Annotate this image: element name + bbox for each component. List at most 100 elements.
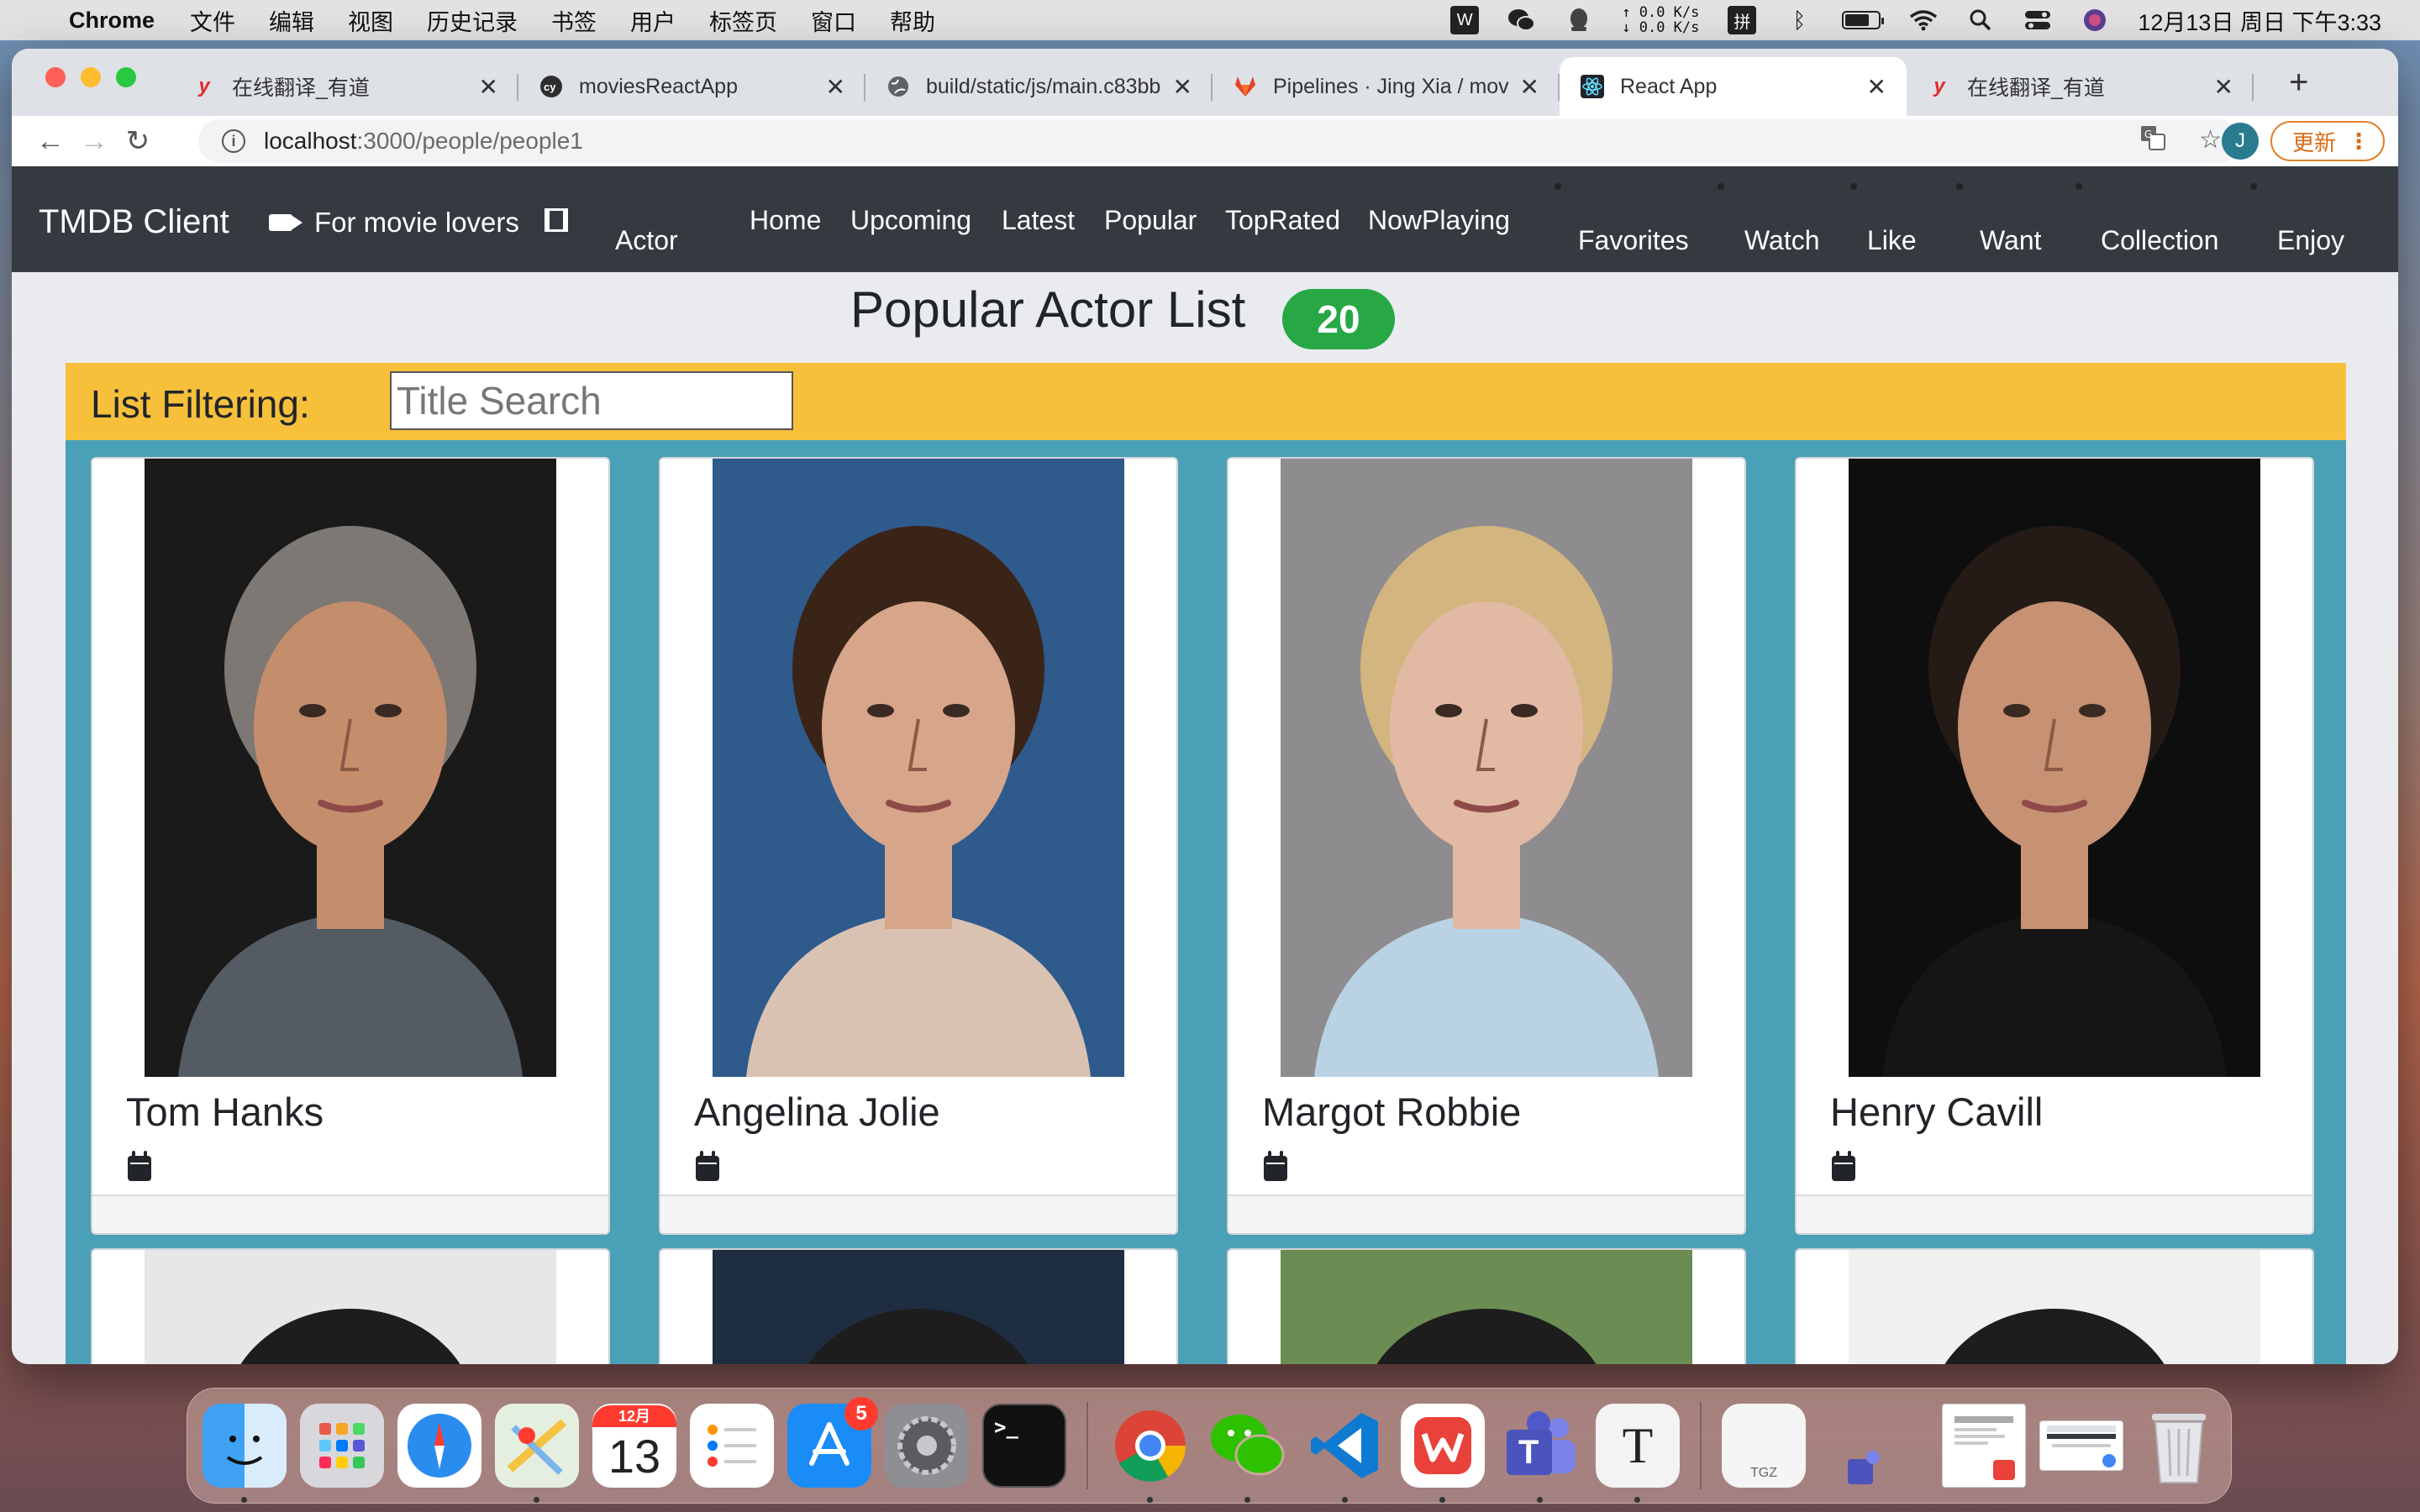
siri-icon[interactable] (2081, 6, 2109, 34)
menu-app-name[interactable]: Chrome (69, 8, 155, 34)
nav-watch[interactable]: Watch (1744, 225, 1820, 256)
browser-tab[interactable]: build/static/js/main.c83bb ✕ (865, 57, 1213, 116)
nav-collection[interactable]: Collection (2101, 225, 2219, 256)
browser-tab[interactable]: cy moviesReactApp ✕ (518, 57, 865, 116)
new-tab-button[interactable]: + (2289, 64, 2308, 102)
close-tab-icon[interactable]: ✕ (2214, 73, 2233, 101)
safari-icon[interactable] (397, 1404, 481, 1488)
zoom-window-button[interactable] (116, 67, 136, 87)
system-preferences-icon[interactable] (885, 1404, 969, 1488)
actor-card[interactable]: Angelina Jolie★24.763 (659, 457, 1178, 1235)
actor-card[interactable] (1227, 1248, 1746, 1364)
nav-popular[interactable]: Popular (1104, 205, 1197, 236)
actor-card[interactable]: Margot Robbie★24.579 (1227, 457, 1746, 1235)
chrome-icon[interactable] (1108, 1404, 1192, 1503)
actor-photo[interactable] (1281, 459, 1692, 1077)
close-tab-icon[interactable]: ✕ (1867, 73, 1886, 101)
menu-tab[interactable]: 标签页 (709, 4, 777, 37)
update-button[interactable]: 更新 ⋮ (2270, 121, 2385, 161)
browser-tab[interactable]: Pipelines · Jing Xia / mov ✕ (1213, 57, 1560, 116)
bluetooth-icon[interactable]: ᛒ (1785, 6, 1813, 34)
wechat-icon[interactable] (1206, 1404, 1290, 1503)
nav-enjoy[interactable]: Enjoy (2277, 225, 2344, 256)
nav-nowplaying[interactable]: NowPlaying (1368, 205, 1510, 236)
actor-card[interactable] (91, 1248, 610, 1364)
vscode-icon[interactable] (1303, 1404, 1387, 1503)
menu-history[interactable]: 历史记录 (427, 4, 518, 37)
actor-card[interactable] (1795, 1248, 2314, 1364)
nav-favorites[interactable]: Favorites (1578, 225, 1689, 256)
wps-office-icon[interactable] (1401, 1404, 1485, 1503)
tgz-archive-icon[interactable]: TGZ (1722, 1404, 1806, 1488)
actor-photo[interactable] (1849, 1250, 2260, 1364)
actor-photo[interactable] (145, 1250, 556, 1364)
input-method-icon[interactable]: 拼 (1728, 6, 1757, 34)
teams-window-thumbnail[interactable] (1844, 1404, 1928, 1488)
close-window-button[interactable] (45, 67, 66, 87)
calendar-icon (1264, 1151, 1287, 1181)
typora-icon[interactable]: T (1596, 1404, 1680, 1503)
teams-icon[interactable]: T (1498, 1404, 1582, 1503)
menu-window[interactable]: 窗口 (811, 4, 856, 37)
wechat-status-icon[interactable] (1507, 6, 1536, 34)
wps-status-icon[interactable]: W (1450, 6, 1480, 34)
browser-tab[interactable]: y 在线翻译_有道 ✕ (171, 57, 518, 116)
actor-photo[interactable] (713, 459, 1124, 1077)
browser-tab[interactable]: React App ✕ (1560, 57, 1907, 116)
control-center-icon[interactable] (2023, 6, 2052, 34)
actor-card[interactable]: Tom Hanks★24.797 (91, 457, 610, 1235)
close-tab-icon[interactable]: ✕ (1520, 73, 1539, 101)
spotlight-search-icon[interactable] (1966, 6, 1995, 34)
menubar-clock[interactable]: 12月13日 周日 下午3:33 (2138, 4, 2381, 37)
close-tab-icon[interactable]: ✕ (826, 73, 845, 101)
actor-photo[interactable] (713, 1250, 1124, 1364)
window-controls (45, 67, 136, 87)
translate-icon[interactable]: G (2140, 125, 2166, 157)
wifi-icon[interactable] (1909, 6, 1938, 34)
actor-card[interactable] (659, 1248, 1178, 1364)
launchpad-icon[interactable] (300, 1404, 384, 1488)
nav-actor[interactable]: Actor (615, 225, 678, 256)
menu-file[interactable]: 文件 (190, 4, 235, 37)
profile-avatar[interactable]: J (2222, 123, 2259, 160)
reminders-icon[interactable] (690, 1404, 774, 1488)
qq-status-icon[interactable] (1565, 6, 1593, 34)
actor-photo[interactable] (1281, 1250, 1692, 1364)
app-store-icon[interactable]: 5 (787, 1397, 878, 1488)
nav-toprated[interactable]: TopRated (1225, 205, 1340, 236)
trash-icon[interactable] (2137, 1404, 2221, 1488)
battery-icon[interactable] (1842, 11, 1885, 29)
close-tab-icon[interactable]: ✕ (1173, 73, 1192, 101)
network-speed: ↑ 0.0 K/s ↓ 0.0 K/s (1622, 4, 1700, 36)
maps-icon[interactable] (495, 1404, 579, 1503)
close-tab-icon[interactable]: ✕ (479, 73, 498, 101)
nav-home[interactable]: Home (750, 205, 821, 236)
nav-upcoming[interactable]: Upcoming (850, 205, 971, 236)
site-info-icon[interactable]: i (222, 129, 245, 153)
menu-help[interactable]: 帮助 (890, 4, 935, 37)
actor-photo[interactable] (1849, 459, 2260, 1077)
actor-photo[interactable] (145, 459, 556, 1077)
menu-view[interactable]: 视图 (348, 4, 393, 37)
finder-icon[interactable] (203, 1404, 287, 1503)
title-search-input[interactable] (390, 371, 793, 430)
minimize-window-button[interactable] (81, 67, 101, 87)
reload-button[interactable]: ↻ (116, 124, 160, 158)
chrome-window-thumbnail[interactable] (2039, 1420, 2123, 1471)
forward-button[interactable]: → (72, 125, 116, 158)
back-button[interactable]: ← (29, 125, 72, 158)
wps-document-thumbnail[interactable] (1942, 1404, 2026, 1488)
actor-card[interactable]: Henry Cavill★23.752 (1795, 457, 2314, 1235)
terminal-icon[interactable]: >_ (982, 1404, 1066, 1488)
menu-bookmarks[interactable]: 书签 (551, 4, 597, 37)
bookmark-star-icon[interactable]: ☆ (2199, 125, 2222, 157)
address-bar[interactable]: i localhost:3000/people/people1 G ☆ (198, 119, 2240, 163)
calendar-icon[interactable]: 12月 13 (592, 1404, 676, 1488)
menu-edit[interactable]: 编辑 (269, 4, 314, 37)
brand-link[interactable]: TMDB Client (39, 203, 229, 241)
nav-want[interactable]: Want (1980, 225, 2042, 256)
nav-like[interactable]: Like (1867, 225, 1917, 256)
browser-tab[interactable]: y 在线翻译_有道 ✕ (1907, 57, 2254, 116)
menu-people[interactable]: 用户 (630, 4, 676, 37)
nav-latest[interactable]: Latest (1002, 205, 1075, 236)
